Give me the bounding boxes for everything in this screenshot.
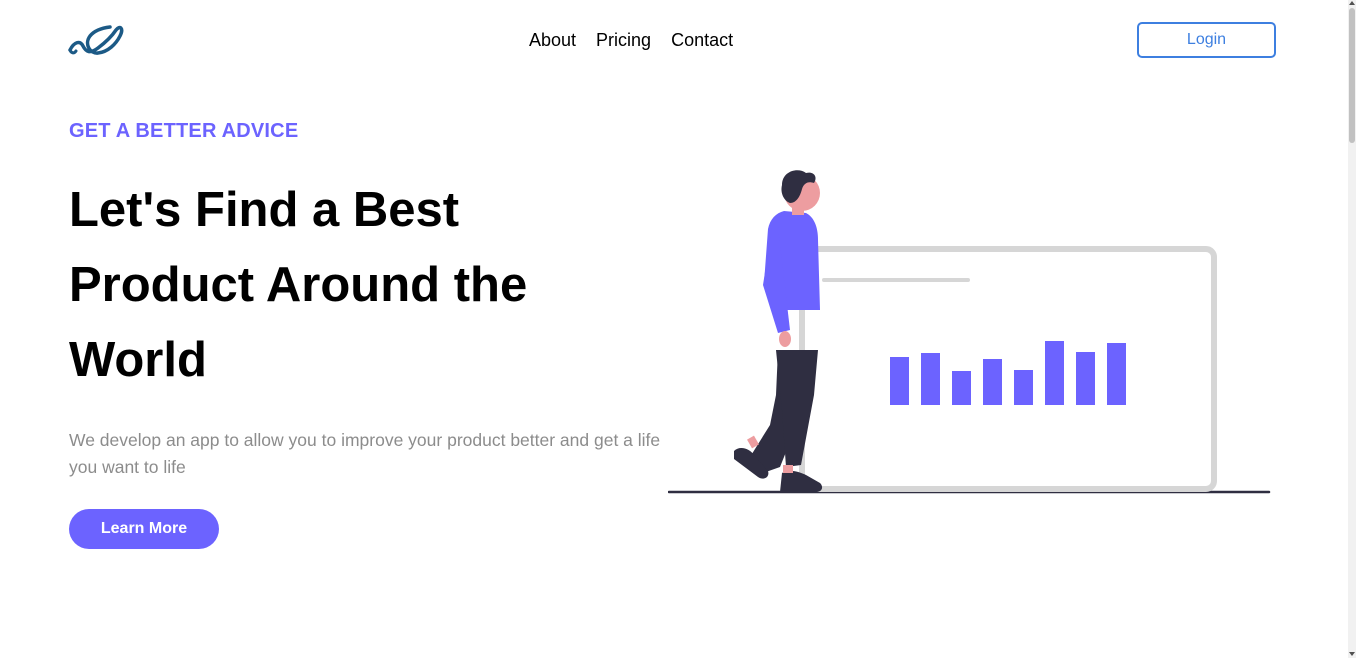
hero-eyebrow: GET A BETTER ADVICE (69, 120, 299, 142)
screen-frame (799, 246, 1217, 492)
nav-link-pricing[interactable]: Pricing (596, 29, 651, 51)
chart-bar (921, 353, 940, 405)
nav-link-contact[interactable]: Contact (671, 29, 733, 51)
site-header: About Pricing Contact Login (0, 0, 1348, 80)
nav-link-about[interactable]: About (529, 29, 576, 51)
person-with-bar-chart-illustration (668, 170, 1271, 494)
chart-bar (1107, 343, 1126, 405)
chart-bar (983, 359, 1002, 405)
main-nav: About Pricing Contact (529, 29, 733, 51)
hero-headline: Let's Find a Best Product Around the Wor… (69, 183, 528, 387)
scrollbar-thumb[interactable] (1349, 8, 1355, 143)
chart-bar (1076, 352, 1095, 405)
chart-bar (952, 371, 971, 405)
brand-logo-icon[interactable] (68, 22, 124, 58)
learn-more-button[interactable]: Learn More (69, 509, 219, 549)
vertical-scrollbar[interactable] (1348, 0, 1356, 658)
chart-bar (1014, 370, 1033, 405)
scroll-up-arrow-icon[interactable] (1349, 1, 1355, 5)
chart-bar (890, 357, 909, 405)
login-button[interactable]: Login (1137, 22, 1276, 58)
chart-bar (1045, 341, 1064, 405)
hero-subtext: We develop an app to allow you to improv… (69, 430, 661, 477)
scroll-down-arrow-icon[interactable] (1349, 652, 1355, 656)
